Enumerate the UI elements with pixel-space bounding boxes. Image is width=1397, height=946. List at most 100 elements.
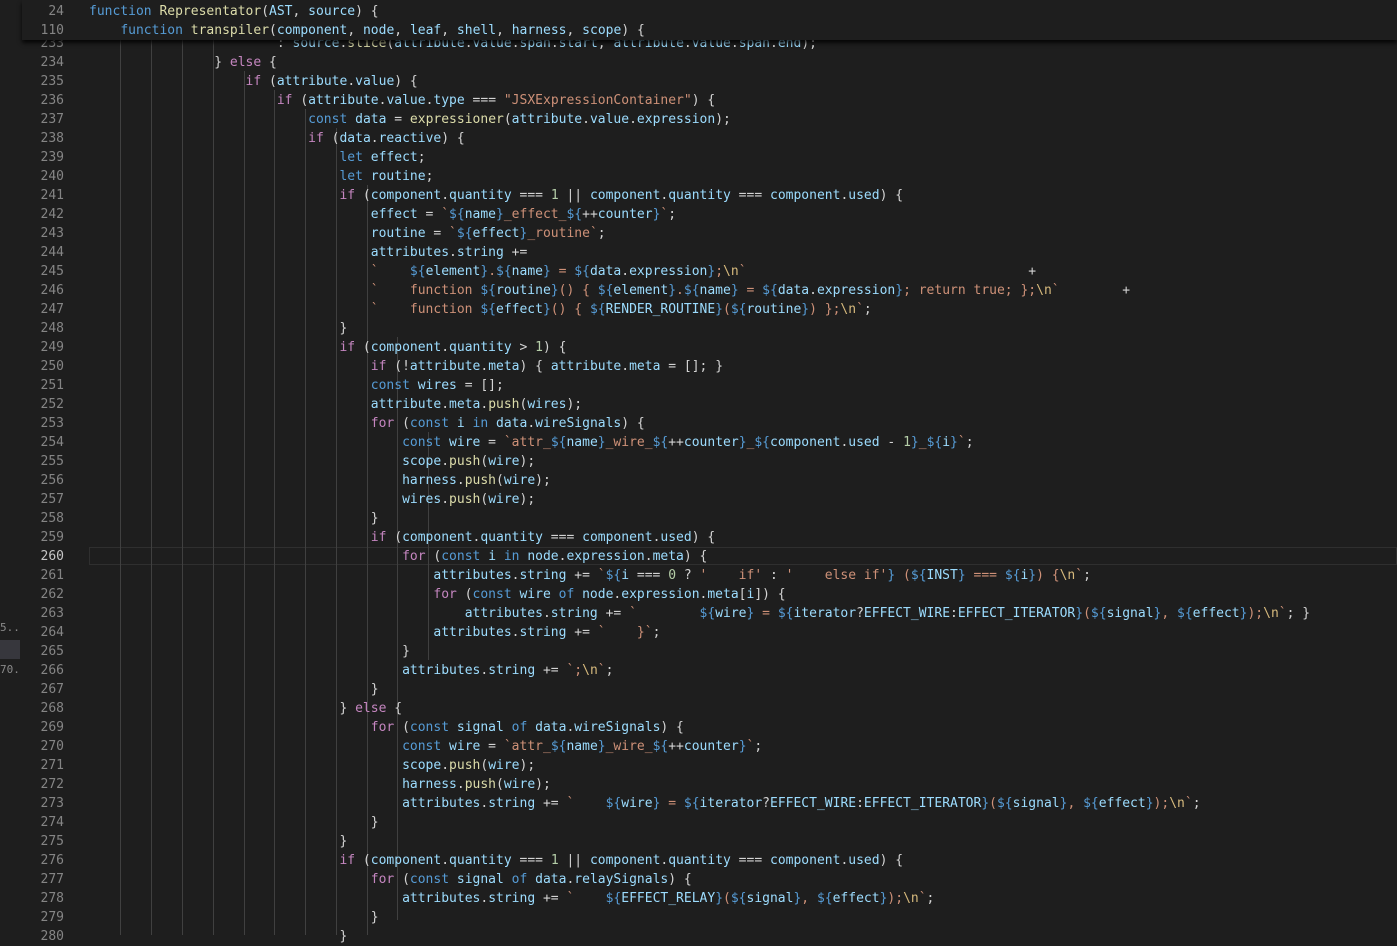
code-line[interactable]: 269 for (const signal of data.wireSignal… [22,718,1397,737]
code-token: = []; } [660,359,724,374]
code-line[interactable]: 278 attributes.string += ` ${EFFECT_RELA… [22,889,1397,908]
code-line[interactable]: 238 if (data.reactive) { [22,129,1397,148]
code-token: } [89,511,379,526]
code-token: ) { [441,131,465,146]
code-line[interactable]: 279 } [22,908,1397,927]
code-token: ( [292,93,309,108]
code-line[interactable]: 236 if (attribute.value.type === "JSXExp… [22,91,1397,110]
code-line[interactable]: 250 if (!attribute.meta) { attribute.met… [22,357,1397,376]
sticky-line[interactable]: 24 function Representator(AST, source) { [22,2,1397,21]
code-token: . [582,112,590,127]
code-text: attributes.string += `;\n`; [89,661,613,680]
code-line[interactable]: 255 scope.push(wire); [22,452,1397,471]
code-token: value [386,93,426,108]
code-line[interactable]: 276 if (component.quantity === 1 || comp… [22,851,1397,870]
code-line[interactable]: 261 attributes.string += `${i === 0 ? ' … [22,566,1397,585]
code-token: ; [863,302,872,317]
code-line[interactable]: 239 let effect; [22,148,1397,167]
code-line[interactable]: 245 ` ${element}.${name} = ${data.expres… [22,262,1397,281]
code-line[interactable]: 264 attributes.string += ` }`; [22,623,1397,642]
code-token: [ [738,587,747,602]
line-number: 110 [40,23,64,38]
code-token: ) { [660,720,684,735]
code-line[interactable]: 275 } [22,832,1397,851]
code-token: meta [449,397,481,412]
code-line[interactable]: 256 harness.push(wire); [22,471,1397,490]
code-line[interactable]: 244 attributes.string += [22,243,1397,262]
code-token: else [355,701,387,716]
code-line[interactable]: 266 attributes.string += `;\n`; [22,661,1397,680]
code-token: ) { [542,340,567,355]
code-token: } [738,435,747,450]
code-token: ) { [691,93,716,108]
code-line[interactable]: 242 effect = `${name}_effect_${++counter… [22,205,1397,224]
code-line[interactable]: 271 scope.push(wire); [22,756,1397,775]
code-token: ( [269,23,277,38]
sticky-scroll-header[interactable]: 24 function Representator(AST, source) {1… [22,0,1397,40]
code-line[interactable]: 267 } [22,680,1397,699]
code-line[interactable]: 249 if (component.quantity > 1) { [22,338,1397,357]
code-token: data [589,264,622,279]
code-token: "JSXExpressionContainer" [503,93,692,108]
code-line[interactable]: 246 ` function ${routine}() { ${element}… [22,281,1397,300]
code-line[interactable]: 247 ` function ${effect}() { ${RENDER_RO… [22,300,1397,319]
code-token: effect [832,891,880,906]
left-panel-stub[interactable] [0,640,20,659]
code-line[interactable]: 258 } [22,509,1397,528]
code-line[interactable]: 273 attributes.string += ` ${wire} = ${i… [22,794,1397,813]
code-line[interactable]: 263 attributes.string += ` ${wire} = ${i… [22,604,1397,623]
sticky-line[interactable]: 110 function transpiler(component, node,… [22,21,1397,40]
code-line[interactable]: 257 wires.push(wire); [22,490,1397,509]
code-text: function Representator(AST, source) { [89,2,379,21]
code-line[interactable]: 268 } else { [22,699,1397,718]
code-token: : [950,606,958,621]
code-line[interactable]: 235 if (attribute.value) { [22,72,1397,91]
code-line[interactable]: 277 for (const signal of data.relaySigna… [22,870,1397,889]
code-token: ${ [996,796,1013,811]
code-token: ${ [566,207,583,222]
code-line[interactable]: 265 } [22,642,1397,661]
code-line[interactable]: 260 for (const i in node.expression.meta… [22,547,1397,566]
code-token: `attr_ [503,739,551,754]
code-line[interactable]: 262 for (const wire of node.expression.m… [22,585,1397,604]
code-token: signal [1106,606,1154,621]
code-line[interactable]: 241 if (component.quantity === 1 || comp… [22,186,1397,205]
code-line[interactable]: 252 attribute.meta.push(wires); [22,395,1397,414]
code-token: ( [480,492,489,507]
code-line[interactable]: 259 if (component.quantity === component… [22,528,1397,547]
code-token: ` [1184,796,1193,811]
code-token: attributes [402,891,481,906]
code-token: component [582,530,653,545]
code-token: } [550,283,559,298]
left-panel-stub[interactable]: 5... [0,621,20,640]
code-line[interactable]: 254 const wire = `attr_${name}_wire_${++… [22,433,1397,452]
code-line[interactable]: 251 const wires = []; [22,376,1397,395]
code-token: ${ [652,435,669,450]
code-text: if (component.quantity === component.use… [89,528,715,547]
code-token: component [770,435,841,450]
line-number: 267 [40,682,64,697]
code-token: i [942,435,951,450]
code-token: wires [417,378,457,393]
code-line[interactable]: 272 harness.push(wire); [22,775,1397,794]
code-token: wire [715,606,747,621]
code-line[interactable]: 280 } [22,927,1397,946]
code-line[interactable]: 253 for (const i in data.wireSignals) { [22,414,1397,433]
code-line[interactable]: 240 let routine; [22,167,1397,186]
code-line[interactable]: 234 } else { [22,53,1397,72]
code-line[interactable]: 248 } [22,319,1397,338]
code-line[interactable]: 243 routine = `${effect}_routine`; [22,224,1397,243]
code-token: `attr_ [503,435,551,450]
line-number: 252 [40,397,64,412]
code-line[interactable]: 270 const wire = `attr_${name}_wire_${++… [22,737,1397,756]
left-panel-stub[interactable]: 70... [0,663,20,682]
code-text: } [89,832,347,851]
line-number: 253 [40,416,64,431]
code-token: } [89,682,379,697]
code-line[interactable]: 274 } [22,813,1397,832]
code-token: attribute [550,359,622,374]
code-token: ${ [730,891,747,906]
code-line[interactable]: 237 const data = expressioner(attribute.… [22,110,1397,129]
